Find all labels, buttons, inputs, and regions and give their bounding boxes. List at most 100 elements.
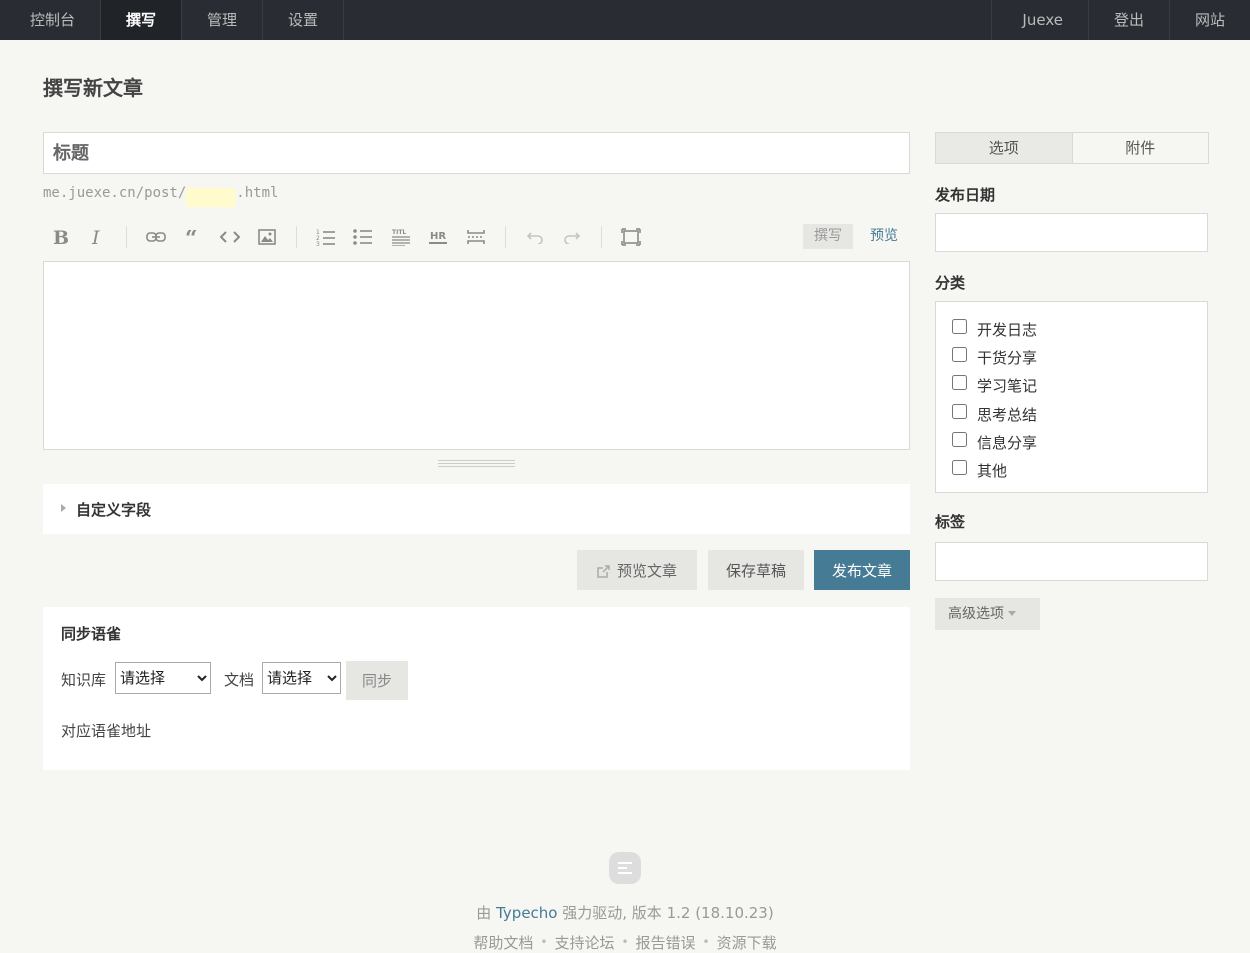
- svg-text:“: “: [185, 230, 198, 244]
- category-item[interactable]: 学习笔记: [951, 372, 1207, 400]
- preview-post-button[interactable]: 预览文章: [577, 550, 697, 590]
- toolbar-divider: [505, 226, 506, 248]
- nav-logout[interactable]: 登出: [1087, 0, 1169, 40]
- hr-icon[interactable]: HR: [424, 224, 452, 250]
- svg-text:I: I: [91, 227, 100, 247]
- category-checkbox[interactable]: [952, 403, 967, 419]
- publish-date-label: 发布日期: [935, 186, 996, 204]
- undo-icon[interactable]: [521, 224, 549, 250]
- permalink-prefix: me.juexe.cn/post/: [43, 185, 187, 201]
- slug-input[interactable]: [186, 188, 237, 207]
- category-name: 信息分享: [977, 433, 1038, 452]
- page-title: 撰写新文章: [43, 76, 143, 100]
- footer-separator: •: [702, 935, 710, 949]
- publish-button[interactable]: 发布文章: [814, 550, 910, 590]
- category-item[interactable]: 干货分享: [951, 343, 1207, 371]
- footer-separator: •: [621, 935, 629, 949]
- svg-text:TITL: TITL: [392, 229, 406, 236]
- category-item[interactable]: 其他: [951, 456, 1207, 484]
- redo-icon[interactable]: [558, 224, 586, 250]
- sync-title: 同步语雀: [61, 625, 122, 643]
- link-icon[interactable]: [142, 224, 170, 250]
- publish-date-input[interactable]: [935, 213, 1208, 252]
- category-name: 其他: [977, 462, 1008, 481]
- unordered-list-icon[interactable]: [349, 224, 377, 250]
- toolbar-divider: [601, 226, 602, 248]
- save-draft-button[interactable]: 保存草稿: [708, 550, 804, 590]
- category-checkbox[interactable]: [952, 346, 967, 362]
- knowledge-base-label: 知识库: [61, 671, 107, 689]
- toolbar-divider: [296, 226, 297, 248]
- external-link-icon: [597, 553, 610, 593]
- category-name: 开发日志: [977, 320, 1038, 339]
- sync-button[interactable]: 同步: [346, 661, 408, 700]
- sidebar-tabs: 选项 附件: [935, 132, 1209, 164]
- italic-icon[interactable]: I: [83, 224, 111, 250]
- nav-manage[interactable]: 管理: [182, 0, 264, 40]
- nav-right-group: Juexe 登出 网站: [991, 0, 1250, 40]
- typecho-link[interactable]: Typecho: [496, 904, 557, 922]
- category-checkbox[interactable]: [952, 375, 967, 391]
- nav-user[interactable]: Juexe: [991, 0, 1088, 40]
- category-name: 学习笔记: [977, 377, 1038, 396]
- preview-mode-tab[interactable]: 预览: [861, 224, 907, 249]
- footer-links: 帮助文档 • 支持论坛 • 报告错误 • 资源下载: [0, 932, 1250, 953]
- content-editor[interactable]: [43, 261, 910, 450]
- preview-post-label: 预览文章: [616, 562, 677, 580]
- category-item[interactable]: 开发日志: [951, 315, 1207, 343]
- advanced-options-button[interactable]: 高级选项: [935, 598, 1040, 630]
- svg-text:3: 3: [316, 241, 320, 246]
- tags-input[interactable]: [935, 542, 1208, 581]
- tab-options[interactable]: 选项: [935, 132, 1073, 164]
- svg-text:HR: HR: [430, 231, 446, 242]
- svg-text:B: B: [53, 227, 68, 247]
- write-mode-tab[interactable]: 撰写: [803, 224, 853, 249]
- category-label: 分类: [935, 274, 966, 292]
- top-navigation: 控制台 撰写 管理 设置 Juexe 登出 网站: [0, 0, 1250, 40]
- fullscreen-icon[interactable]: [617, 224, 645, 250]
- report-bug-link[interactable]: 报告错误: [636, 934, 696, 952]
- nav-write[interactable]: 撰写: [101, 0, 183, 40]
- yuque-address-label: 对应语雀地址: [61, 722, 152, 740]
- yuque-sync-panel: 同步语雀 知识库 请选择 文档 请选择 同步 对应语雀地址: [43, 607, 910, 770]
- code-icon[interactable]: [216, 224, 244, 250]
- nav-dashboard[interactable]: 控制台: [0, 0, 102, 40]
- caret-down-icon: [1008, 611, 1016, 616]
- category-checkbox[interactable]: [952, 460, 967, 476]
- footer-by: 由: [476, 904, 492, 922]
- category-name: 思考总结: [977, 405, 1038, 424]
- tab-attachments[interactable]: 附件: [1072, 132, 1209, 164]
- ordered-list-icon[interactable]: 123: [312, 224, 340, 250]
- caret-right-icon: [61, 504, 66, 512]
- nav-website[interactable]: 网站: [1168, 0, 1250, 40]
- editor-toolbar: B I “ 123 TITL HR 撰写 预览: [43, 222, 910, 252]
- custom-fields-toggle[interactable]: 自定义字段: [43, 484, 910, 534]
- footer-separator: •: [540, 935, 548, 949]
- category-item[interactable]: 信息分享: [951, 428, 1207, 456]
- nav-settings[interactable]: 设置: [263, 0, 345, 40]
- category-name: 干货分享: [977, 348, 1038, 367]
- bold-icon[interactable]: B: [45, 224, 73, 250]
- editor-resize-handle[interactable]: [438, 458, 515, 468]
- category-item[interactable]: 思考总结: [951, 400, 1207, 428]
- image-icon[interactable]: [253, 224, 281, 250]
- advanced-options-label: 高级选项: [948, 606, 1004, 622]
- heading-icon[interactable]: TITL: [387, 224, 415, 250]
- category-checkbox[interactable]: [952, 318, 967, 334]
- tags-label: 标签: [935, 513, 966, 531]
- document-select[interactable]: 请选择: [262, 662, 341, 694]
- downloads-link[interactable]: 资源下载: [717, 934, 777, 952]
- more-icon[interactable]: [462, 224, 490, 250]
- document-label: 文档: [224, 671, 255, 689]
- custom-fields-label: 自定义字段: [76, 501, 152, 519]
- title-input[interactable]: [43, 132, 910, 174]
- knowledge-base-select[interactable]: 请选择: [115, 662, 211, 694]
- help-docs-link[interactable]: 帮助文档: [473, 934, 533, 952]
- footer-version: 强力驱动, 版本 1.2 (18.10.23): [562, 904, 774, 922]
- nav-left-group: 控制台 撰写 管理 设置: [0, 0, 345, 40]
- support-forum-link[interactable]: 支持论坛: [554, 934, 614, 952]
- quote-icon[interactable]: “: [179, 224, 207, 250]
- category-checkbox[interactable]: [952, 431, 967, 447]
- permalink-suffix: .html: [236, 185, 279, 201]
- typecho-logo-icon[interactable]: [609, 852, 641, 884]
